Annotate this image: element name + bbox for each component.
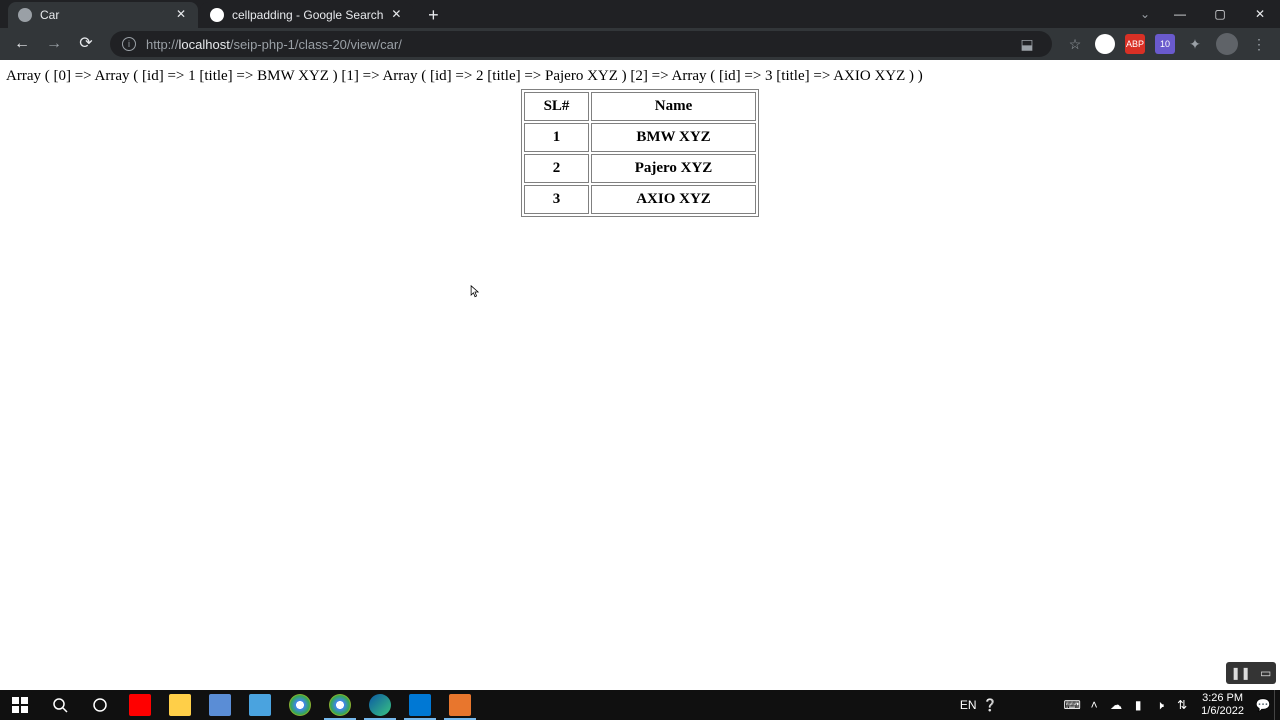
maximize-button[interactable]: ▢ bbox=[1200, 0, 1240, 28]
php-array-dump: Array ( [0] => Array ( [id] => 1 [title]… bbox=[0, 60, 1280, 89]
chrome-menu-icon[interactable]: ⋮ bbox=[1246, 31, 1272, 57]
taskbar-edge[interactable] bbox=[360, 690, 400, 720]
cell-name: BMW XYZ bbox=[591, 123, 756, 152]
extension-badge-3[interactable]: 10 bbox=[1155, 34, 1175, 54]
header-name: Name bbox=[591, 92, 756, 121]
extension-badge-1[interactable] bbox=[1095, 34, 1115, 54]
mouse-cursor-icon bbox=[470, 285, 480, 299]
url-prefix: http:// bbox=[146, 37, 179, 52]
tray-onedrive-icon[interactable]: ☁ bbox=[1105, 698, 1127, 712]
close-icon[interactable]: ✕ bbox=[389, 8, 403, 22]
start-button[interactable] bbox=[0, 690, 40, 720]
taskbar: EN ❔ ⌨ ˄ ☁ ▮ 🕨 ⇅ 3:26 PM 1/6/2022 💬 bbox=[0, 690, 1280, 720]
globe-icon bbox=[18, 8, 32, 22]
cell-sl: 3 bbox=[524, 185, 589, 214]
cell-sl: 1 bbox=[524, 123, 589, 152]
forward-button[interactable]: → bbox=[40, 30, 68, 58]
url-host: localhost bbox=[179, 37, 230, 52]
taskbar-file-explorer[interactable] bbox=[160, 690, 200, 720]
tab-car[interactable]: Car ✕ bbox=[8, 2, 198, 28]
profile-avatar[interactable] bbox=[1216, 33, 1238, 55]
omnibox[interactable]: i http://localhost/seip-php-1/class-20/v… bbox=[110, 31, 1052, 57]
taskbar-vscode[interactable] bbox=[400, 690, 440, 720]
tab-title: Car bbox=[40, 8, 168, 22]
taskbar-chrome[interactable] bbox=[280, 690, 320, 720]
table-row: 1 BMW XYZ bbox=[524, 123, 756, 152]
tray-battery-icon[interactable]: ▮ bbox=[1127, 698, 1149, 712]
tray-volume-icon[interactable]: 🕨 bbox=[1149, 698, 1171, 713]
page-content: Array ( [0] => Array ( [id] => 1 [title]… bbox=[0, 60, 1280, 690]
google-icon bbox=[210, 8, 224, 22]
close-window-button[interactable]: ✕ bbox=[1240, 0, 1280, 28]
tab-cellpadding-search[interactable]: cellpadding - Google Search ✕ bbox=[200, 2, 413, 28]
bookmark-icon[interactable]: ☆ bbox=[1062, 31, 1088, 57]
minimize-button[interactable]: — bbox=[1160, 0, 1200, 28]
close-icon[interactable]: ✕ bbox=[174, 8, 188, 22]
taskbar-clock[interactable]: 3:26 PM 1/6/2022 bbox=[1193, 692, 1252, 718]
header-sl: SL# bbox=[524, 92, 589, 121]
language-indicator[interactable]: EN bbox=[957, 698, 979, 712]
tray-network-icon[interactable]: ⇅ bbox=[1171, 698, 1193, 712]
url-path: /seip-php-1/class-20/view/car/ bbox=[230, 37, 402, 52]
url-text: http://localhost/seip-php-1/class-20/vie… bbox=[146, 37, 1014, 52]
install-app-icon[interactable]: ⬓ bbox=[1014, 31, 1040, 57]
pause-icon[interactable]: ❚❚ bbox=[1231, 666, 1251, 680]
cortana-button[interactable] bbox=[80, 690, 120, 720]
cell-name: Pajero XYZ bbox=[591, 154, 756, 183]
tray-keyboard-icon[interactable]: ⌨ bbox=[1061, 698, 1083, 712]
reload-button[interactable]: ⟳ bbox=[72, 30, 100, 58]
taskbar-app-3[interactable] bbox=[440, 690, 480, 720]
extension-abp-badge[interactable]: ABP bbox=[1125, 34, 1145, 54]
taskbar-app-2[interactable] bbox=[240, 690, 280, 720]
tray-help-icon[interactable]: ❔ bbox=[979, 698, 1001, 712]
browser-tab-strip: Car ✕ cellpadding - Google Search ✕ + ⌄ … bbox=[0, 0, 1280, 28]
record-screen-icon[interactable]: ▭ bbox=[1260, 666, 1271, 680]
tab-title: cellpadding - Google Search bbox=[232, 8, 383, 22]
taskbar-app-1[interactable] bbox=[200, 690, 240, 720]
cell-sl: 2 bbox=[524, 154, 589, 183]
show-desktop-button[interactable] bbox=[1274, 690, 1280, 720]
address-bar-row: ← → ⟳ i http://localhost/seip-php-1/clas… bbox=[0, 28, 1280, 60]
taskbar-youtube[interactable] bbox=[120, 690, 160, 720]
taskbar-left bbox=[0, 690, 480, 720]
search-button[interactable] bbox=[40, 690, 80, 720]
taskbar-right: EN ❔ ⌨ ˄ ☁ ▮ 🕨 ⇅ 3:26 PM 1/6/2022 💬 bbox=[957, 690, 1280, 720]
tray-chevron-up-icon[interactable]: ˄ bbox=[1083, 698, 1105, 712]
site-info-icon[interactable]: i bbox=[122, 37, 136, 51]
table-header-row: SL# Name bbox=[524, 92, 756, 121]
tabs-container: Car ✕ cellpadding - Google Search ✕ + bbox=[0, 0, 445, 28]
table-row: 3 AXIO XYZ bbox=[524, 185, 756, 214]
new-tab-button[interactable]: + bbox=[421, 4, 445, 28]
clock-date: 1/6/2022 bbox=[1201, 705, 1244, 718]
tabs-dropdown-icon[interactable]: ⌄ bbox=[1130, 7, 1160, 21]
notifications-icon[interactable]: 💬 bbox=[1252, 698, 1274, 712]
extensions-icon[interactable]: ✦ bbox=[1182, 31, 1208, 57]
table-row: 2 Pajero XYZ bbox=[524, 154, 756, 183]
car-table: SL# Name 1 BMW XYZ 2 Pajero XYZ 3 AXIO X… bbox=[521, 89, 759, 217]
taskbar-chrome-active[interactable] bbox=[320, 690, 360, 720]
back-button[interactable]: ← bbox=[8, 30, 36, 58]
cell-name: AXIO XYZ bbox=[591, 185, 756, 214]
clock-time: 3:26 PM bbox=[1201, 692, 1244, 705]
recorder-overlay[interactable]: ❚❚ ▭ bbox=[1226, 662, 1276, 684]
window-controls: ⌄ — ▢ ✕ bbox=[1130, 0, 1280, 28]
